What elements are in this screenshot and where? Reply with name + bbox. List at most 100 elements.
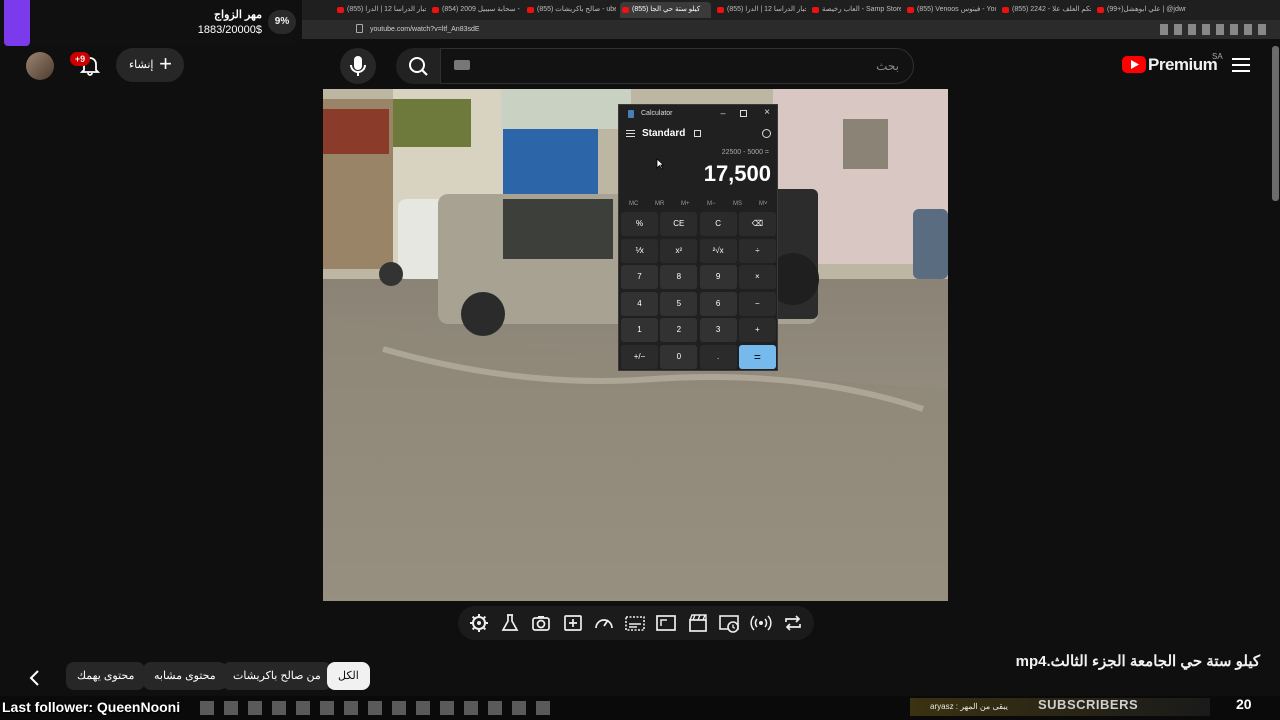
memory-button[interactable]: M− <box>707 201 716 207</box>
keyboard-icon[interactable] <box>454 60 470 70</box>
watch-later-icon[interactable] <box>718 612 740 634</box>
last-follower-overlay: Last follower: QueenNooni <box>2 699 181 715</box>
calc-key[interactable]: . <box>699 344 737 369</box>
calc-key[interactable]: ÷ <box>738 238 776 263</box>
calc-key[interactable]: C <box>699 212 737 236</box>
gear-icon[interactable] <box>468 612 490 634</box>
calc-key[interactable]: 0 <box>660 344 698 369</box>
subtitles-icon[interactable] <box>624 612 646 634</box>
subscribers-label: SUBSCRIBERS <box>1038 697 1139 712</box>
browser-tab-label: (854) سحابة سيبيل 2009 - <box>442 6 520 13</box>
browser-tab-label: (855) 2242 - حكم العلف علا <box>1012 6 1091 13</box>
add-clip-icon[interactable] <box>562 612 584 634</box>
menu-icon[interactable] <box>1230 56 1252 74</box>
browser-tab[interactable]: (855) 2242 - حكم العلف علا <box>1000 2 1091 18</box>
calc-key[interactable]: 4 <box>621 291 658 316</box>
loop-icon[interactable] <box>782 612 804 634</box>
calc-key[interactable]: × <box>738 265 776 289</box>
clapperboard-icon[interactable] <box>687 612 709 634</box>
calculator-expression: 22500 - 5000 = <box>721 149 769 156</box>
broadcast-icon[interactable] <box>750 612 772 634</box>
browser-tab[interactable]: (854) سحابة سيبيل 2009 - <box>430 2 521 18</box>
youtube-favicon-icon <box>337 7 344 13</box>
browser-tab-label: (855) Venoos فينوس - You <box>917 6 996 13</box>
page-scrollbar[interactable] <box>1272 46 1279 201</box>
youtube-favicon-icon <box>527 7 534 13</box>
chip-recommended[interactable]: محتوى يهمك <box>66 662 146 690</box>
youtube-favicon-icon <box>1002 7 1009 13</box>
url-field[interactable]: youtube.com/watch?v=ltf_An83sdE <box>370 22 820 37</box>
taskbar-app-icons[interactable] <box>200 701 560 715</box>
camera-icon[interactable] <box>530 612 552 634</box>
memory-button[interactable]: MC <box>629 201 638 207</box>
calc-key[interactable]: 3 <box>699 318 737 342</box>
calculator-title: Calculator <box>641 110 673 117</box>
create-label: إنشاء <box>129 59 154 71</box>
aspect-ratio-icon[interactable] <box>655 612 677 634</box>
youtube-favicon-icon <box>907 7 914 13</box>
stream-goal-widget: مهر الزواج 1883/20000$ 9% <box>0 0 302 46</box>
flask-icon[interactable] <box>499 612 521 634</box>
youtube-favicon-icon <box>432 7 439 13</box>
calc-key[interactable]: ⅟x <box>621 238 658 263</box>
chip-related[interactable]: محتوى مشابه <box>143 662 227 690</box>
youtube-favicon-icon <box>622 7 629 13</box>
calc-key[interactable]: 7 <box>621 265 658 289</box>
browser-tab[interactable]: (855) Venoos فينوس - You <box>905 2 996 18</box>
minimize-button[interactable]: – <box>717 108 729 120</box>
calc-key[interactable]: 1 <box>621 318 658 342</box>
calc-key[interactable]: % <box>621 212 658 236</box>
logo-premium-text: Premium <box>1148 55 1218 74</box>
calc-key[interactable]: +/− <box>621 344 658 369</box>
chip-from-channel[interactable]: من صالح باكريشات <box>222 662 332 690</box>
youtube-favicon-icon <box>1097 7 1104 13</box>
calc-key[interactable]: 6 <box>699 291 737 316</box>
speedometer-icon[interactable] <box>593 612 615 634</box>
calculator-window[interactable]: Calculator – × Standard 22500 - 5000 = 1… <box>618 104 778 371</box>
calc-key[interactable]: 9 <box>699 265 737 289</box>
video-title: كيلو ستة حي الجامعة الجزء الثالث.mp4 <box>1015 653 1260 670</box>
maximize-button[interactable] <box>740 110 747 117</box>
memory-button[interactable]: MS <box>733 201 742 207</box>
memory-button[interactable]: MR <box>655 201 664 207</box>
chevron-left-icon[interactable] <box>22 665 48 691</box>
browser-tab[interactable]: (855) صالح باكريشات - ube <box>525 2 616 18</box>
calc-key[interactable]: 5 <box>660 291 698 316</box>
calc-key[interactable]: = <box>738 344 776 369</box>
browser-tab-label: (855) كيلو ستة حي الجا <box>632 6 701 13</box>
browser-tab-label: (855) اخبار الدراسا 12 | الدرا <box>727 6 806 13</box>
youtube-favicon-icon <box>812 7 819 13</box>
avatar[interactable] <box>26 52 54 80</box>
calc-key[interactable]: CE <box>660 212 698 236</box>
calc-key[interactable]: 2 <box>660 318 698 342</box>
goal-amount: 1883/20000$ <box>197 24 262 36</box>
close-button[interactable]: × <box>761 107 773 119</box>
browser-tab[interactable]: (99+)علي ابوهشل | @jdwm <box>1095 2 1186 18</box>
hamburger-menu-icon[interactable] <box>626 130 635 137</box>
memory-button[interactable]: M˅ <box>759 201 768 207</box>
create-button[interactable]: إنشاء + <box>116 48 184 82</box>
voice-search-button[interactable] <box>340 48 376 84</box>
calc-key[interactable]: x² <box>660 238 698 263</box>
keep-on-top-icon[interactable] <box>694 130 701 137</box>
calculator-result: 17,500 <box>703 161 771 186</box>
microphone-icon <box>350 56 366 76</box>
browser-tab[interactable]: (855) اخبار الدراسا 12 | الدرا <box>715 2 806 18</box>
calc-key[interactable]: ²√x <box>699 238 737 263</box>
calc-key[interactable]: 8 <box>660 265 698 289</box>
memory-button[interactable]: M+ <box>681 201 690 207</box>
goal-progress-bar <box>4 0 30 46</box>
browser-tab[interactable]: (855) اخبار الدراسا 12 | الدرا <box>335 2 426 18</box>
chip-all[interactable]: الكل <box>327 662 370 690</box>
search-button[interactable] <box>396 48 440 84</box>
history-icon[interactable] <box>762 129 771 138</box>
calc-key[interactable]: + <box>738 318 776 342</box>
calc-key[interactable]: − <box>738 291 776 316</box>
calculator-mode: Standard <box>642 128 686 139</box>
youtube-favicon-icon <box>717 7 724 13</box>
search-input[interactable]: بحث <box>440 48 914 84</box>
youtube-logo-icon[interactable] <box>1122 56 1146 73</box>
calc-key[interactable]: ⌫ <box>738 212 776 236</box>
browser-tab[interactable]: (855) كيلو ستة حي الجا <box>620 2 711 18</box>
browser-tab[interactable]: العاب رخيصة - Samp Store <box>810 2 901 18</box>
